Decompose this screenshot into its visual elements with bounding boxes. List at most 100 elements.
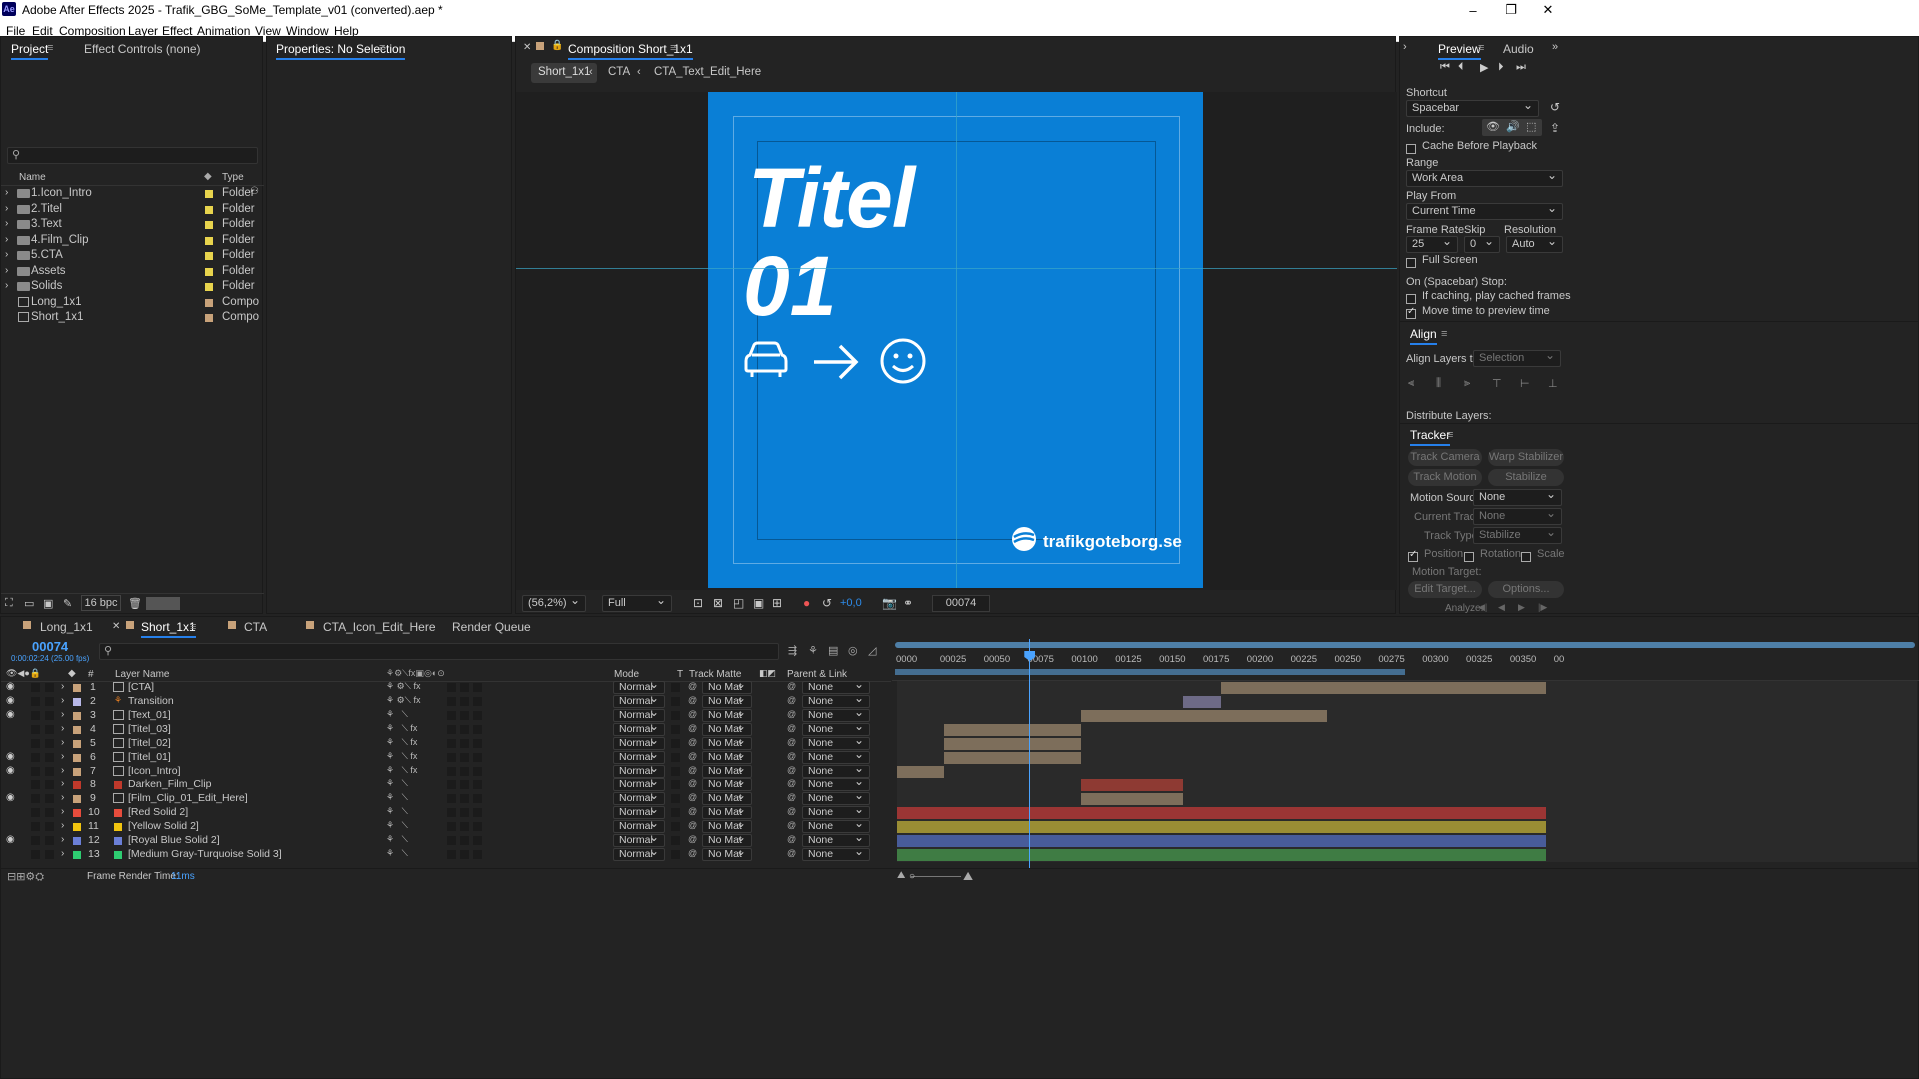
mode-dropdown[interactable]: Normal xyxy=(613,848,665,862)
solo-toggle[interactable] xyxy=(31,780,40,790)
parent-pickwhip-icon[interactable]: @ xyxy=(787,778,796,788)
project-item[interactable]: Short_1x1 Compo xyxy=(1,310,264,325)
layer-clip[interactable] xyxy=(897,807,1546,820)
label-swatch[interactable] xyxy=(73,809,81,818)
exposure-value[interactable]: +0,0 xyxy=(840,597,862,609)
lock-toggle[interactable] xyxy=(45,752,54,762)
motion-source-dropdown[interactable]: None xyxy=(1473,489,1562,506)
mode-dropdown[interactable]: Normal xyxy=(613,736,665,750)
chevron-right-icon[interactable]: › xyxy=(61,792,64,803)
stabilize-motion-button[interactable]: Stabilize Motion xyxy=(1488,469,1564,500)
switch-box[interactable] xyxy=(473,752,482,762)
parent-pickwhip-icon[interactable]: @ xyxy=(787,737,796,747)
layer-row[interactable]: ◉ › 8 Darken_Film_Clip ⚘ ⟍ Normal @ No Mat @ Non… xyxy=(1,778,1919,793)
solo-toggle[interactable] xyxy=(31,738,40,748)
label-swatch[interactable] xyxy=(73,697,81,706)
layer-switches[interactable]: ⚘ ⟍ xyxy=(386,820,408,831)
align-left-icon[interactable]: ⫷ xyxy=(1408,377,1414,390)
pickwhip-icon[interactable]: @ xyxy=(688,723,697,733)
tab-long[interactable]: Long_1x1 xyxy=(40,620,93,634)
switch-box[interactable] xyxy=(460,710,469,720)
tab-short[interactable]: Short_1x1 xyxy=(141,620,196,638)
lock-toggle[interactable] xyxy=(45,683,54,692)
layer-name[interactable]: [Text_01] xyxy=(128,709,171,721)
preserve-transparency-toggle[interactable] xyxy=(671,808,680,818)
project-item[interactable]: Long_1x1 Compo xyxy=(1,295,264,310)
parent-pickwhip-icon[interactable]: @ xyxy=(787,834,796,844)
parent-dropdown[interactable]: None xyxy=(802,806,870,820)
label-swatch[interactable] xyxy=(73,684,81,692)
project-item[interactable]: › 4.Film_Clip Folder xyxy=(1,233,264,248)
bpc-button[interactable]: 16 bpc xyxy=(81,595,121,611)
lock-toggle[interactable] xyxy=(45,738,54,748)
col-parent[interactable]: Parent & Link xyxy=(787,669,847,680)
switch-box[interactable] xyxy=(460,822,469,832)
analyze-forward-frame-icon[interactable]: |▶ xyxy=(1538,602,1547,613)
preserve-transparency-toggle[interactable] xyxy=(671,696,680,706)
video-icon[interactable]: 👁 xyxy=(1486,120,1500,133)
rotation-checkbox[interactable] xyxy=(1464,549,1474,563)
chevron-right-icon[interactable]: › xyxy=(61,723,64,734)
chevron-right-icon[interactable]: › xyxy=(61,778,64,789)
eye-icon[interactable]: ◉ xyxy=(6,820,15,831)
track-matte-dropdown[interactable]: No Mat xyxy=(702,750,752,764)
parent-dropdown[interactable]: None xyxy=(802,722,870,736)
switch-box[interactable] xyxy=(473,766,482,776)
menu-icon[interactable]: ≡ xyxy=(670,42,676,54)
preserve-transparency-toggle[interactable] xyxy=(671,766,680,776)
layer-switches[interactable]: ⚘ ⟍ fx xyxy=(386,737,417,748)
label-swatch[interactable] xyxy=(205,205,213,214)
label-swatch[interactable] xyxy=(205,283,213,291)
draft-3d-icon[interactable]: ⚘ xyxy=(808,644,818,657)
eye-icon[interactable]: ◉ xyxy=(6,792,15,803)
layer-clip[interactable] xyxy=(1182,695,1222,708)
time-navigator[interactable] xyxy=(895,642,1915,648)
menu-icon[interactable]: ≡ xyxy=(1447,429,1453,441)
parent-pickwhip-icon[interactable]: @ xyxy=(787,709,796,719)
layer-name[interactable]: Transition xyxy=(128,695,174,707)
label-swatch[interactable] xyxy=(205,252,213,260)
flowchart-icon[interactable]: ⚇ xyxy=(250,186,259,197)
track-matte-dropdown[interactable]: No Mat xyxy=(702,764,752,778)
solo-toggle[interactable] xyxy=(31,724,40,734)
chevron-right-icon[interactable]: › xyxy=(61,709,64,720)
close-tab-icon[interactable]: ✕ xyxy=(523,42,531,53)
parent-pickwhip-icon[interactable]: @ xyxy=(787,765,796,775)
switch-box[interactable] xyxy=(447,738,456,748)
project-item[interactable]: › Assets Folder xyxy=(1,264,264,279)
lock-toggle[interactable] xyxy=(45,724,54,734)
switch-box[interactable] xyxy=(460,724,469,734)
track-matte-dropdown[interactable]: No Mat xyxy=(702,848,752,862)
pickwhip-icon[interactable]: @ xyxy=(688,751,697,761)
switch-box[interactable] xyxy=(460,836,469,846)
adjust-icon[interactable]: ✎ xyxy=(63,597,72,610)
mode-dropdown[interactable]: Normal xyxy=(613,750,665,764)
pickwhip-icon[interactable]: @ xyxy=(688,834,697,844)
panel-expand-icon[interactable]: » xyxy=(1552,41,1558,53)
frame-blending-icon[interactable]: ▤ xyxy=(828,644,838,657)
layer-row[interactable]: ◉ › 5 [Titel_02] ⚘ ⟍ fx Normal @ No Mat @ None xyxy=(1,736,1919,751)
layer-row[interactable]: ◉ › 2 ⚘ Transition ⚘ ⚙⟍ fx Normal @ No Mat @ None xyxy=(1,694,1919,709)
layer-row[interactable]: ◉ › 3 [Text_01] ⚘ ⟍ Normal @ No Mat @ None xyxy=(1,708,1919,723)
parent-dropdown[interactable]: None xyxy=(802,708,870,722)
pickwhip-icon[interactable]: @ xyxy=(688,792,697,802)
chevron-right-icon[interactable]: › xyxy=(61,848,64,859)
layer-row[interactable]: ◉ › 10 [Red Solid 2] ⚘ ⟍ Normal @ No Mat @ None xyxy=(1,806,1919,821)
zoom-slider-handle[interactable]: ○ xyxy=(909,871,915,882)
track-camera-button[interactable]: Track Camera xyxy=(1408,449,1482,466)
motion-blur-icon[interactable]: ◎ xyxy=(848,644,858,657)
mask-visibility-icon[interactable]: ◰ xyxy=(733,596,744,610)
switch-box[interactable] xyxy=(473,696,482,706)
switch-box[interactable] xyxy=(473,780,482,790)
parent-dropdown[interactable]: None xyxy=(802,681,870,694)
layer-row[interactable]: ◉ › 1 [CTA] ⚘ ⚙⟍ fx Normal @ No Mat @ None xyxy=(1,681,1919,695)
label-swatch[interactable] xyxy=(73,767,81,776)
switch-box[interactable] xyxy=(473,850,482,860)
layer-switches[interactable]: ⚘ ⟍ xyxy=(386,778,408,789)
range-dropdown[interactable]: Work Area xyxy=(1406,170,1563,187)
lock-toggle[interactable] xyxy=(45,710,54,720)
lock-toggle[interactable] xyxy=(45,766,54,776)
track-matte-dropdown[interactable]: No Mat xyxy=(702,820,752,834)
layer-clip[interactable] xyxy=(944,723,1082,736)
layer-name[interactable]: [Titel_01] xyxy=(128,751,171,763)
